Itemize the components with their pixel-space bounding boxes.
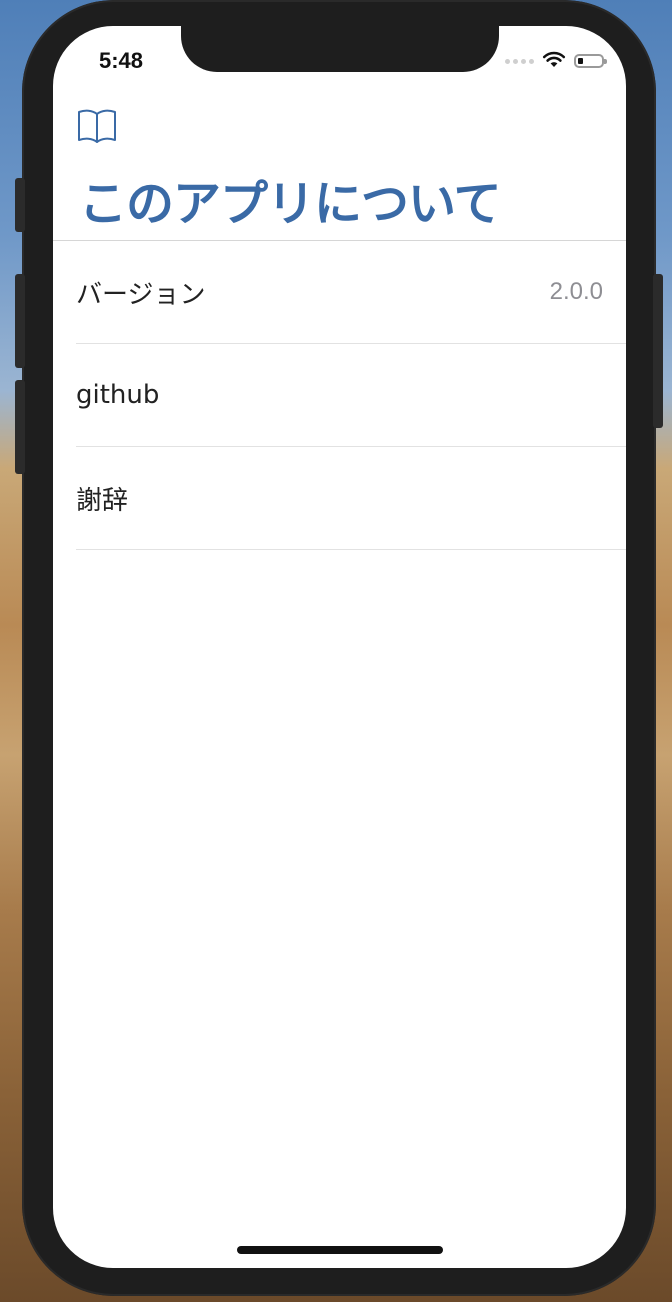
home-indicator[interactable]	[237, 1246, 443, 1254]
cellular-signal-icon	[505, 58, 534, 64]
mute-switch	[15, 178, 25, 232]
github-label: github	[76, 380, 160, 410]
status-time: 5:48	[99, 48, 144, 73]
volume-up-button	[15, 274, 25, 368]
version-label: バージョン	[76, 279, 206, 310]
battery-icon	[574, 54, 607, 68]
settings-list: バージョン 2.0.0 github 謝辞	[76, 241, 626, 550]
list-item-version[interactable]: バージョン 2.0.0	[76, 241, 626, 344]
volume-down-button	[15, 380, 25, 474]
notch	[181, 26, 499, 72]
version-value: 2.0.0	[549, 278, 603, 305]
book-icon[interactable]	[77, 108, 117, 148]
power-button	[653, 274, 663, 428]
status-indicators	[505, 50, 607, 72]
wifi-icon	[542, 50, 566, 72]
acknowledgements-label: 謝辞	[76, 485, 129, 516]
screen: 5:48 このアプリについて バージョン 2.0.0 github 謝辞	[53, 26, 626, 1268]
list-item-github[interactable]: github	[76, 344, 626, 447]
page-title: このアプリについて	[79, 176, 502, 232]
list-item-acknowledgements[interactable]: 謝辞	[76, 447, 626, 550]
